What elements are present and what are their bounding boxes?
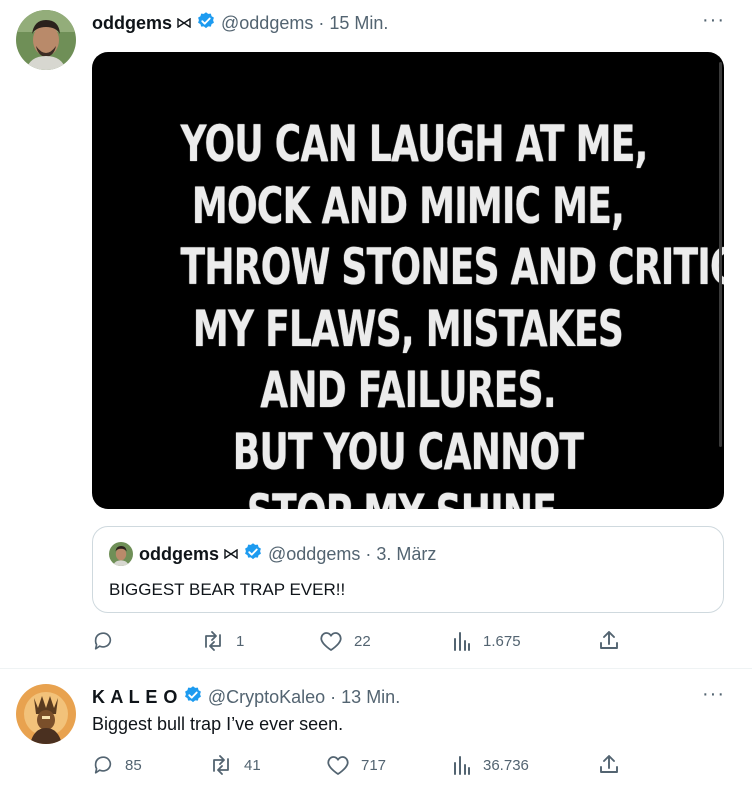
views-count: 1.675 xyxy=(483,632,521,650)
handle[interactable]: @CryptoKaleo xyxy=(208,687,325,708)
reply-count: 85 xyxy=(125,756,142,774)
quoted-text: BIGGEST BEAR TRAP EVER!! xyxy=(109,580,346,599)
reply-button[interactable] xyxy=(92,630,125,652)
verified-badge-icon xyxy=(196,11,216,36)
image-text-line: STOP MY SHINE. xyxy=(180,483,635,509)
affiliate-icon xyxy=(177,15,191,33)
retweet-count: 1 xyxy=(236,632,245,650)
like-button[interactable]: 22 xyxy=(319,630,371,652)
views-icon xyxy=(452,630,472,652)
like-button[interactable]: 717 xyxy=(326,754,386,776)
heart-icon xyxy=(326,754,350,776)
share-button[interactable] xyxy=(598,753,620,775)
image-text-line: MY FLAWS, MISTAKES xyxy=(192,299,624,358)
more-options-icon[interactable]: ··· xyxy=(702,10,725,30)
avatar[interactable] xyxy=(16,684,76,744)
like-count: 717 xyxy=(361,756,387,774)
views-icon xyxy=(452,754,472,776)
like-count: 22 xyxy=(354,632,371,650)
verified-badge-icon xyxy=(183,685,203,710)
avatar[interactable] xyxy=(16,10,76,70)
image-text-line: YOU CAN LAUGH AT ME, xyxy=(180,115,648,173)
display-name[interactable]: oddgems xyxy=(92,13,172,34)
retweet-count: 41 xyxy=(244,756,261,774)
share-icon xyxy=(598,753,620,775)
image-scrollbar xyxy=(719,62,722,447)
reply-button[interactable]: 85 xyxy=(92,754,142,776)
timestamp[interactable]: · 15 Min. xyxy=(318,13,388,34)
heart-icon xyxy=(319,630,343,652)
retweet-button[interactable]: 41 xyxy=(209,754,261,776)
quoted-display-name: oddgems xyxy=(139,544,220,564)
tweet-oddgems[interactable]: oddgems @oddgems · 15 Min. ··· YOU CAN L… xyxy=(0,0,752,669)
quoted-tweet[interactable]: oddgems @oddgems · 3. März BIGGEST BEAR … xyxy=(92,526,724,613)
tweet-image[interactable]: YOU CAN LAUGH AT ME, MOCK AND MIMIC ME, … xyxy=(92,52,724,509)
tweet-text: Biggest bull trap I’ve ever seen. xyxy=(92,714,344,734)
views-count: 36.736 xyxy=(483,756,529,774)
retweet-icon xyxy=(201,630,225,652)
share-button[interactable] xyxy=(598,629,620,651)
image-text-line: AND FAILURES. xyxy=(260,361,556,419)
more-options-icon[interactable]: ··· xyxy=(702,684,725,704)
image-text: YOU CAN LAUGH AT ME, MOCK AND MIMIC ME, … xyxy=(92,114,724,509)
share-icon xyxy=(598,629,620,651)
retweet-button[interactable]: 1 xyxy=(201,630,244,652)
quoted-handle: @oddgems xyxy=(268,544,361,564)
quoted-avatar xyxy=(109,542,133,566)
tweet-cryptokaleo[interactable]: K A L E O @CryptoKaleo · 13 Min. ··· Big… xyxy=(0,670,752,787)
display-name[interactable]: K A L E O xyxy=(92,687,178,708)
reply-icon xyxy=(92,754,114,776)
retweet-icon xyxy=(209,754,233,776)
image-text-line: THROW STONES AND CRITICIZE xyxy=(180,238,724,296)
image-text-line: MOCK AND MIMIC ME, xyxy=(191,176,625,235)
quoted-timestamp: · 3. März xyxy=(365,544,437,564)
views-button[interactable]: 36.736 xyxy=(452,754,529,776)
views-button[interactable]: 1.675 xyxy=(452,630,521,652)
quoted-header: oddgems @oddgems · 3. März xyxy=(139,542,436,567)
affiliate-icon xyxy=(224,546,238,564)
reply-icon xyxy=(92,630,114,652)
verified-badge-icon xyxy=(243,542,263,567)
timestamp[interactable]: · 13 Min. xyxy=(330,687,400,708)
tweet-header: K A L E O @CryptoKaleo · 13 Min. xyxy=(92,685,400,710)
image-text-line: BUT YOU CANNOT xyxy=(232,422,584,481)
tweet-header: oddgems @oddgems · 15 Min. xyxy=(92,11,388,36)
handle[interactable]: @oddgems xyxy=(221,13,313,34)
